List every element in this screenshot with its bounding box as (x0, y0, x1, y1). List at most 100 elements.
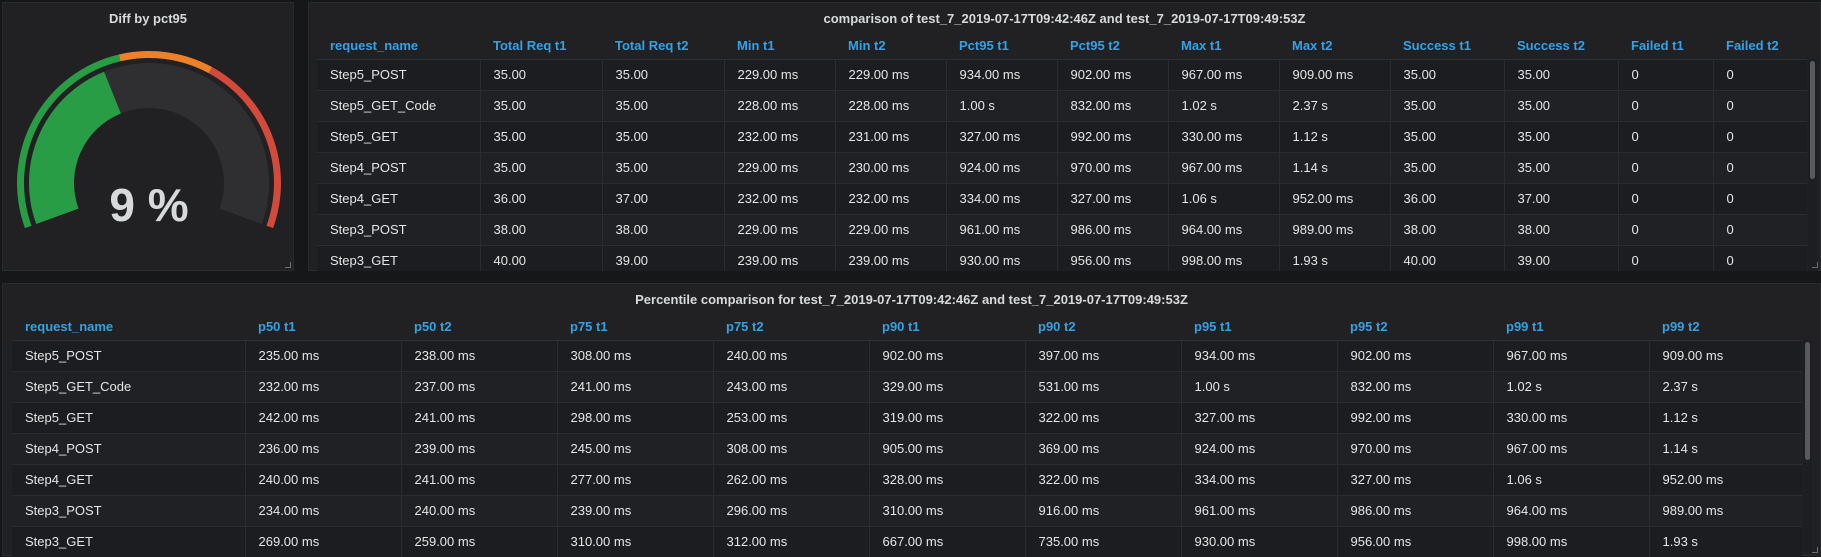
table-cell-max-t1: 330.00 ms (1168, 121, 1280, 153)
table-row: Step4_GET 36.00 37.00 232.00 ms 232.00 ms 334… (317, 183, 1807, 215)
comparison-header-success-t1[interactable]: Success t1 (1390, 33, 1504, 60)
comparison-header-max-t2[interactable]: Max t2 (1279, 33, 1390, 60)
percentile-header-p95-t1[interactable]: p95 t1 (1181, 314, 1337, 341)
table-cell-total-req-t1: 35.00 (480, 90, 603, 122)
table-cell-max-t1: 1.02 s (1168, 90, 1280, 122)
table-cell-failed-t2: 0 (1713, 90, 1807, 122)
percentile-header-p75-t2[interactable]: p75 t2 (713, 314, 869, 341)
table-row: Step5_GET 35.00 35.00 232.00 ms 231.00 ms 327… (317, 121, 1807, 153)
table-cell-failed-t2: 0 (1713, 59, 1807, 91)
table-cell-request-name: Step3_POST (12, 495, 246, 527)
comparison-header-min-t1[interactable]: Min t1 (724, 33, 835, 60)
percentile-header-p75-t1[interactable]: p75 t1 (557, 314, 713, 341)
table-cell-p75-t1: 241.00 ms (557, 371, 714, 403)
table-cell-total-req-t1: 38.00 (480, 214, 603, 246)
table-cell-p95-t1: 934.00 ms (1181, 340, 1338, 372)
comparison-header-total-req-t1[interactable]: Total Req t1 (480, 33, 602, 60)
gauge-panel-title[interactable]: Diff by pct95 (3, 3, 293, 33)
resize-handle-icon[interactable] (1812, 262, 1818, 268)
percentile-header-p50-t1[interactable]: p50 t1 (245, 314, 401, 341)
table-cell-min-t2: 228.00 ms (835, 90, 947, 122)
table-row: Step3_POST 38.00 38.00 229.00 ms 229.00 ms 96… (317, 214, 1807, 246)
table-cell-p75-t2: 243.00 ms (713, 371, 870, 403)
table-cell-min-t1: 229.00 ms (724, 214, 836, 246)
table-cell-request-name: Step5_POST (317, 59, 481, 91)
table-cell-p95-t2: 832.00 ms (1337, 371, 1494, 403)
table-cell-pct95-t2: 956.00 ms (1057, 245, 1169, 271)
comparison-header-success-t2[interactable]: Success t2 (1504, 33, 1618, 60)
percentile-table-container: request_name p50 t1 p50 t2 p75 t1 p75 t2 p90 … (12, 314, 1802, 557)
table-cell-success-t2: 35.00 (1504, 152, 1619, 184)
table-cell-pct95-t2: 902.00 ms (1057, 59, 1169, 91)
table-cell-p99-t1: 998.00 ms (1493, 526, 1650, 557)
table-cell-p99-t1: 967.00 ms (1493, 340, 1650, 372)
table-cell-max-t2: 952.00 ms (1279, 183, 1391, 215)
table-cell-p50-t2: 238.00 ms (401, 340, 558, 372)
table-row: Step5_GET 242.00 ms 241.00 ms 298.00 ms 253.… (12, 402, 1802, 434)
table-cell-p99-t2: 909.00 ms (1649, 340, 1802, 372)
comparison-table-container: request_name Total Req t1 Total Req t2 Min … (317, 33, 1807, 271)
percentile-header-p99-t2[interactable]: p99 t2 (1649, 314, 1802, 341)
table-cell-failed-t1: 0 (1618, 90, 1714, 122)
percentile-header-request-name[interactable]: request_name (12, 314, 245, 341)
resize-handle-icon[interactable] (1812, 547, 1818, 553)
table-cell-failed-t1: 0 (1618, 121, 1714, 153)
table-cell-max-t1: 998.00 ms (1168, 245, 1280, 271)
table-cell-total-req-t2: 39.00 (602, 245, 725, 271)
comparison-scrollbar[interactable] (1810, 61, 1815, 179)
table-cell-max-t1: 1.06 s (1168, 183, 1280, 215)
comparison-header-pct95-t2[interactable]: Pct95 t2 (1057, 33, 1168, 60)
percentile-header-p95-t2[interactable]: p95 t2 (1337, 314, 1493, 341)
table-cell-p95-t2: 970.00 ms (1337, 433, 1494, 465)
table-cell-p95-t2: 986.00 ms (1337, 495, 1494, 527)
table-cell-success-t2: 35.00 (1504, 121, 1619, 153)
table-cell-p75-t1: 298.00 ms (557, 402, 714, 434)
table-cell-pct95-t2: 327.00 ms (1057, 183, 1169, 215)
comparison-header-failed-t2[interactable]: Failed t2 (1713, 33, 1807, 60)
table-cell-p90-t1: 319.00 ms (869, 402, 1026, 434)
table-cell-p75-t2: 312.00 ms (713, 526, 870, 557)
comparison-header-max-t1[interactable]: Max t1 (1168, 33, 1279, 60)
percentile-header-p50-t2[interactable]: p50 t2 (401, 314, 557, 341)
table-cell-min-t2: 229.00 ms (835, 214, 947, 246)
table-cell-min-t1: 239.00 ms (724, 245, 836, 271)
percentile-table-header: request_name p50 t1 p50 t2 p75 t1 p75 t2 p90 … (12, 314, 1802, 341)
comparison-panel-title[interactable]: comparison of test_7_2019-07-17T09:42:46… (309, 3, 1820, 33)
table-cell-p90-t1: 667.00 ms (869, 526, 1026, 557)
percentile-panel-title[interactable]: Percentile comparison for test_7_2019-07… (3, 284, 1820, 314)
percentile-header-p99-t1[interactable]: p99 t1 (1493, 314, 1649, 341)
table-cell-p95-t1: 334.00 ms (1181, 464, 1338, 496)
comparison-table: request_name Total Req t1 Total Req t2 Min … (317, 33, 1807, 271)
comparison-table-header: request_name Total Req t1 Total Req t2 Min … (317, 33, 1807, 60)
percentile-header-p90-t2[interactable]: p90 t2 (1025, 314, 1181, 341)
table-cell-request-name: Step4_POST (12, 433, 246, 465)
table-cell-success-t1: 40.00 (1390, 245, 1505, 271)
table-cell-p90-t2: 397.00 ms (1025, 340, 1182, 372)
resize-handle-icon[interactable] (285, 262, 291, 268)
table-cell-min-t1: 229.00 ms (724, 152, 836, 184)
table-cell-p50-t2: 237.00 ms (401, 371, 558, 403)
table-cell-min-t1: 232.00 ms (724, 121, 836, 153)
table-cell-request-name: Step3_GET (317, 245, 481, 271)
comparison-header-total-req-t2[interactable]: Total Req t2 (602, 33, 724, 60)
table-row: Step4_GET 240.00 ms 241.00 ms 277.00 ms 262.… (12, 464, 1802, 496)
comparison-header-min-t2[interactable]: Min t2 (835, 33, 946, 60)
table-cell-max-t2: 1.12 s (1279, 121, 1391, 153)
table-cell-max-t1: 964.00 ms (1168, 214, 1280, 246)
table-cell-failed-t2: 0 (1713, 121, 1807, 153)
table-row: Step3_GET 40.00 39.00 239.00 ms 239.00 ms 930… (317, 245, 1807, 271)
table-cell-p75-t1: 245.00 ms (557, 433, 714, 465)
table-cell-p90-t2: 735.00 ms (1025, 526, 1182, 557)
table-cell-p90-t1: 310.00 ms (869, 495, 1026, 527)
table-cell-p99-t2: 2.37 s (1649, 371, 1802, 403)
table-cell-p95-t2: 956.00 ms (1337, 526, 1494, 557)
table-cell-success-t1: 35.00 (1390, 121, 1505, 153)
table-cell-p75-t1: 239.00 ms (557, 495, 714, 527)
comparison-header-request-name[interactable]: request_name (317, 33, 480, 60)
comparison-header-failed-t1[interactable]: Failed t1 (1618, 33, 1713, 60)
table-cell-total-req-t1: 40.00 (480, 245, 603, 271)
percentile-header-p90-t1[interactable]: p90 t1 (869, 314, 1025, 341)
table-cell-request-name: Step4_GET (317, 183, 481, 215)
percentile-scrollbar[interactable] (1805, 342, 1810, 460)
comparison-header-pct95-t1[interactable]: Pct95 t1 (946, 33, 1057, 60)
